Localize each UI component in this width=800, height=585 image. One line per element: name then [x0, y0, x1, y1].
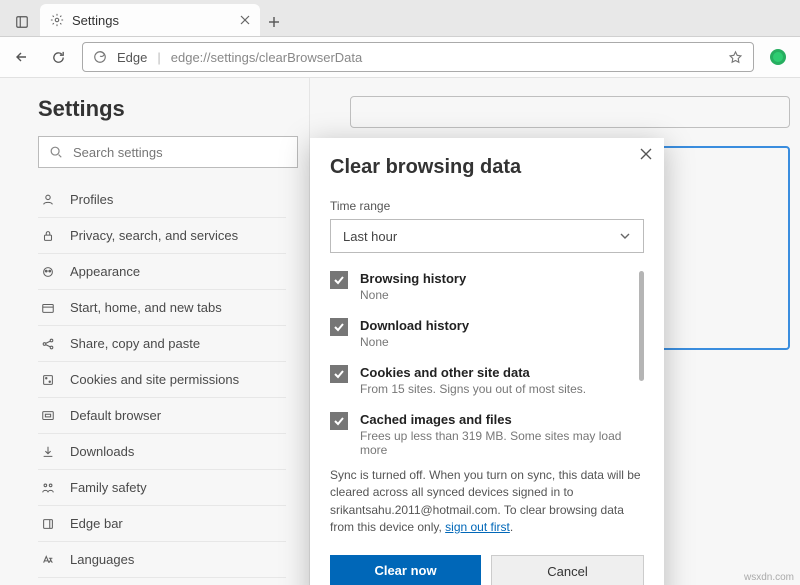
browser-icon	[40, 409, 56, 423]
refresh-button[interactable]	[46, 45, 70, 69]
checkbox-checked-icon[interactable]	[330, 412, 348, 430]
dialog-title: Clear browsing data	[330, 156, 644, 179]
browser-tab[interactable]: Settings	[40, 4, 260, 36]
clear-browsing-data-dialog: Clear browsing data Time range Last hour…	[310, 138, 664, 585]
sidebar-item-label: Share, copy and paste	[70, 336, 200, 351]
checkbox-label: Cookies and other site data	[360, 365, 586, 380]
edge-logo-icon	[93, 50, 107, 64]
main: Clear browsing data Time range Last hour…	[310, 78, 800, 585]
profile-icon	[40, 193, 56, 207]
checkbox-item[interactable]: Cookies and other site data From 15 sites…	[330, 365, 634, 396]
background-panel	[350, 96, 790, 128]
sign-out-link[interactable]: sign out first	[445, 520, 510, 534]
cookie-icon	[40, 373, 56, 387]
new-tab-button[interactable]	[260, 8, 288, 36]
checkbox-description: Frees up less than 319 MB. Some sites ma…	[360, 429, 634, 457]
search-placeholder: Search settings	[73, 145, 163, 160]
sidebar-item-privacy[interactable]: Privacy, search, and services	[38, 218, 286, 254]
checkbox-checked-icon[interactable]	[330, 271, 348, 289]
sidebar-item-label: Edge bar	[70, 516, 123, 531]
separator: |	[157, 50, 160, 65]
checkbox-item[interactable]: Cached images and files Frees up less tha…	[330, 412, 634, 457]
sync-note: Sync is turned off. When you turn on syn…	[330, 467, 644, 537]
search-input[interactable]: Search settings	[38, 136, 298, 168]
sidebar-item-printers[interactable]: Printers	[38, 578, 286, 585]
sidebar: Settings Search settings Profiles Privac…	[0, 78, 310, 585]
share-icon	[40, 337, 56, 351]
download-icon	[40, 445, 56, 459]
time-range-value: Last hour	[343, 229, 397, 244]
watermark: wsxdn.com	[744, 572, 794, 583]
toolbar: Edge | edge://settings/clearBrowserData	[0, 37, 800, 78]
checkbox-checked-icon[interactable]	[330, 318, 348, 336]
family-icon	[40, 481, 56, 495]
sidebar-item-label: Profiles	[70, 192, 113, 207]
time-range-select[interactable]: Last hour	[330, 219, 644, 253]
favorite-icon[interactable]	[728, 50, 743, 65]
scrollbar-thumb[interactable]	[639, 271, 644, 381]
checkbox-checked-icon[interactable]	[330, 365, 348, 383]
sidebar-item-label: Start, home, and new tabs	[70, 300, 222, 315]
checkbox-label: Download history	[360, 318, 469, 333]
close-icon[interactable]	[240, 15, 250, 25]
sidebar-item-edgebar[interactable]: Edge bar	[38, 506, 286, 542]
tab-title: Settings	[72, 13, 119, 28]
settings-nav: Profiles Privacy, search, and services A…	[38, 182, 286, 585]
checkbox-description: From 15 sites. Signs you out of most sit…	[360, 382, 586, 396]
sidebar-item-label: Appearance	[70, 264, 140, 279]
search-icon	[49, 145, 63, 159]
checkbox-list: Browsing history None Download history Non…	[330, 271, 644, 461]
checkbox-label: Cached images and files	[360, 412, 634, 427]
sidebar-item-downloads[interactable]: Downloads	[38, 434, 286, 470]
lock-icon	[40, 229, 56, 243]
sidebar-item-default-browser[interactable]: Default browser	[38, 398, 286, 434]
cancel-button[interactable]: Cancel	[491, 555, 644, 585]
sidebar-item-family[interactable]: Family safety	[38, 470, 286, 506]
sidebar-item-label: Cookies and site permissions	[70, 372, 239, 387]
titlebar: Settings	[0, 0, 800, 37]
tab-actions-button[interactable]	[8, 8, 36, 36]
sidebar-item-start[interactable]: Start, home, and new tabs	[38, 290, 286, 326]
gear-icon	[50, 13, 64, 27]
content: Settings Search settings Profiles Privac…	[0, 78, 800, 585]
sidebar-item-appearance[interactable]: Appearance	[38, 254, 286, 290]
chevron-down-icon	[619, 230, 631, 242]
sidebar-item-profiles[interactable]: Profiles	[38, 182, 286, 218]
time-range-label: Time range	[330, 199, 644, 213]
profile-icon[interactable]	[766, 45, 790, 69]
sidebar-item-label: Privacy, search, and services	[70, 228, 238, 243]
tab-icon	[40, 301, 56, 315]
clear-now-button[interactable]: Clear now	[330, 555, 481, 585]
sidebar-item-label: Downloads	[70, 444, 134, 459]
sidebar-item-label: Default browser	[70, 408, 161, 423]
language-icon	[40, 553, 56, 567]
checkbox-item[interactable]: Browsing history None	[330, 271, 634, 302]
checkbox-description: None	[360, 335, 469, 349]
dialog-buttons: Clear now Cancel	[330, 555, 644, 585]
back-button[interactable]	[10, 45, 34, 69]
appearance-icon	[40, 265, 56, 279]
sidebar-icon	[40, 517, 56, 531]
sidebar-item-label: Family safety	[70, 480, 147, 495]
checkbox-label: Browsing history	[360, 271, 466, 286]
sidebar-item-share[interactable]: Share, copy and paste	[38, 326, 286, 362]
close-icon[interactable]	[640, 148, 652, 160]
page-title: Settings	[38, 96, 309, 122]
sidebar-item-languages[interactable]: Languages	[38, 542, 286, 578]
checkbox-description: None	[360, 288, 466, 302]
address-protocol: Edge	[117, 50, 147, 65]
sidebar-item-label: Languages	[70, 552, 134, 567]
sidebar-item-cookies[interactable]: Cookies and site permissions	[38, 362, 286, 398]
address-url: edge://settings/clearBrowserData	[171, 50, 362, 65]
address-bar[interactable]: Edge | edge://settings/clearBrowserData	[82, 42, 754, 72]
checkbox-item[interactable]: Download history None	[330, 318, 634, 349]
